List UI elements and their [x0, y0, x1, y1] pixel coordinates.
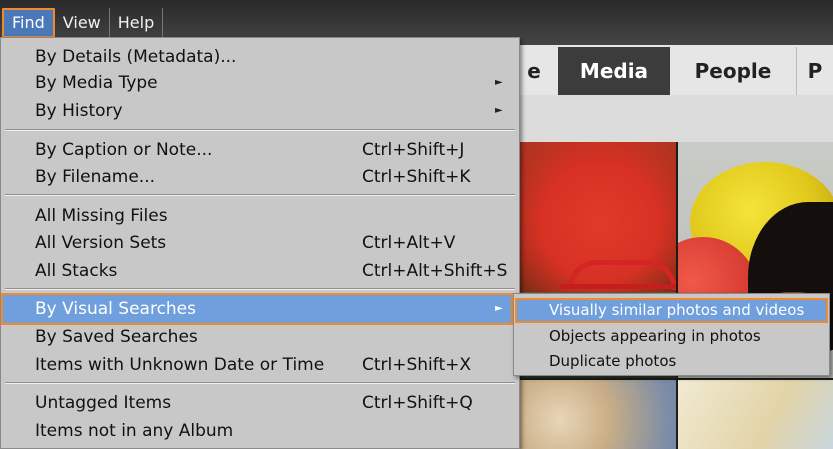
- submenu-arrow-icon: ►: [495, 105, 503, 116]
- tab-media[interactable]: Media: [558, 47, 670, 95]
- find-menu: By Details (Metadata)... By Media Type ►…: [0, 37, 520, 449]
- thumbnail-bridge-rail: [560, 284, 676, 289]
- menu-item-all-stacks[interactable]: All Stacks Ctrl+Alt+Shift+S: [2, 257, 518, 285]
- menu-item-all-version-sets[interactable]: All Version Sets Ctrl+Alt+V: [2, 229, 518, 257]
- menu-item-by-history[interactable]: By History ►: [2, 97, 518, 125]
- menu-separator: [5, 382, 515, 384]
- menu-item-by-details[interactable]: By Details (Metadata)...: [2, 43, 518, 71]
- menu-bar: Find View Help: [0, 8, 164, 38]
- menu-find[interactable]: Find: [2, 8, 55, 38]
- menu-item-not-in-album[interactable]: Items not in any Album: [2, 417, 518, 445]
- tab-partial-right[interactable]: P: [797, 47, 833, 95]
- menu-help[interactable]: Help: [110, 8, 164, 38]
- menu-separator: [5, 288, 515, 290]
- tab-people[interactable]: People: [670, 47, 796, 95]
- submenu-arrow-icon: ►: [495, 303, 503, 314]
- menu-view[interactable]: View: [55, 8, 110, 38]
- menu-separator: [5, 129, 515, 131]
- menu-item-all-missing-files[interactable]: All Missing Files: [2, 202, 518, 230]
- menu-item-untagged-items[interactable]: Untagged Items Ctrl+Shift+Q: [2, 389, 518, 417]
- menu-item-by-visual-searches[interactable]: By Visual Searches ►: [1, 293, 513, 325]
- menu-item-unknown-date[interactable]: Items with Unknown Date or Time Ctrl+Shi…: [2, 351, 518, 379]
- menu-item-by-caption[interactable]: By Caption or Note... Ctrl+Shift+J: [2, 136, 518, 164]
- menu-item-by-saved-searches[interactable]: By Saved Searches: [2, 323, 518, 351]
- submenu-item-visually-similar[interactable]: Visually similar photos and videos: [515, 298, 828, 323]
- submenu-item-duplicate-photos[interactable]: Duplicate photos: [516, 349, 827, 374]
- visual-searches-submenu: Visually similar photos and videos Objec…: [513, 293, 830, 376]
- photo-thumbnail-watercolor[interactable]: [678, 380, 833, 449]
- menu-item-by-filename[interactable]: By Filename... Ctrl+Shift+K: [2, 163, 518, 191]
- menu-separator: [5, 194, 515, 196]
- menu-item-by-media-type[interactable]: By Media Type ►: [2, 69, 518, 97]
- submenu-item-objects-in-photos[interactable]: Objects appearing in photos: [516, 324, 827, 349]
- submenu-arrow-icon: ►: [495, 77, 503, 88]
